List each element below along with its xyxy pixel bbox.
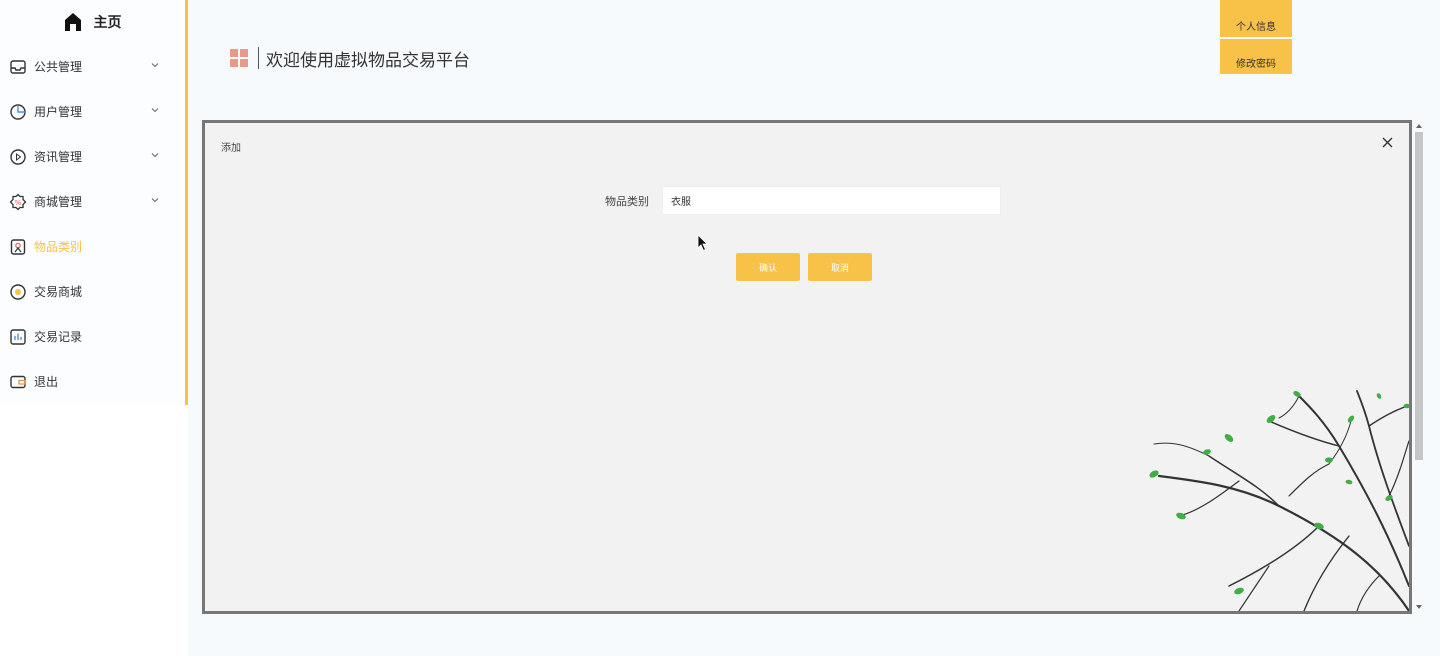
home-link[interactable]: 主页 <box>0 0 185 44</box>
coupon-icon: % <box>9 193 27 211</box>
sidebar-item-categories[interactable]: 物品类别 <box>0 224 185 269</box>
sidebar-item-label: 资讯管理 <box>34 150 83 164</box>
chevron-down-icon <box>151 198 159 203</box>
confirm-button[interactable]: 确认 <box>736 253 800 281</box>
sidebar: 主页 公共管理 用户管理 资讯管理 % 商城管理 物品类别 交易商城 交易记录 … <box>0 0 188 656</box>
profile-button[interactable]: 个人信息 <box>1220 0 1292 37</box>
sidebar-item-mall[interactable]: % 商城管理 <box>0 179 185 224</box>
sidebar-item-label: 商城管理 <box>34 195 83 209</box>
sidebar-item-public[interactable]: 公共管理 <box>0 44 185 89</box>
home-icon <box>64 13 81 31</box>
dialog-body: 添加 物品类别 确认 取消 <box>205 123 1409 611</box>
pie-chart-icon <box>9 103 27 121</box>
sidebar-item-trade-records[interactable]: 交易记录 <box>0 314 185 359</box>
sidebar-menu: 主页 公共管理 用户管理 资讯管理 % 商城管理 物品类别 交易商城 交易记录 … <box>0 0 188 405</box>
sidebar-item-users[interactable]: 用户管理 <box>0 89 185 134</box>
add-dialog: 添加 物品类别 确认 取消 <box>202 120 1412 614</box>
sidebar-item-label: 交易商城 <box>34 285 83 299</box>
star-circle-icon <box>9 283 27 301</box>
sidebar-item-logout[interactable]: 退出 <box>0 359 185 404</box>
scroll-thumb[interactable] <box>1415 132 1423 460</box>
dialog-title: 添加 <box>221 143 241 154</box>
sidebar-item-label: 用户管理 <box>34 105 83 119</box>
sidebar-item-trade-mall[interactable]: 交易商城 <box>0 269 185 314</box>
page-title-text: 欢迎使用虚拟物品交易平台 <box>266 50 470 71</box>
category-input[interactable] <box>662 186 1001 215</box>
close-button[interactable] <box>1379 134 1395 150</box>
page-title: 欢迎使用虚拟物品交易平台 <box>230 45 470 71</box>
change-password-button[interactable]: 修改密码 <box>1220 39 1292 74</box>
badge-icon <box>9 238 27 256</box>
close-icon <box>1382 137 1392 147</box>
chevron-down-icon <box>151 153 159 158</box>
sidebar-item-news[interactable]: 资讯管理 <box>0 134 185 179</box>
sidebar-item-label: 交易记录 <box>34 330 83 344</box>
chevron-down-icon <box>151 63 159 68</box>
tree-branch-decoration <box>1149 390 1409 611</box>
inbox-icon <box>9 58 27 76</box>
cancel-button[interactable]: 取消 <box>808 253 872 281</box>
sidebar-item-label: 物品类别 <box>34 240 83 254</box>
home-label: 主页 <box>93 15 122 31</box>
svg-text:%: % <box>15 199 22 207</box>
play-circle-icon <box>9 148 27 166</box>
category-field-label: 物品类别 <box>605 195 649 208</box>
chevron-down-icon <box>151 108 159 113</box>
grid-icon <box>230 49 248 67</box>
dialog-scrollbar[interactable] <box>1413 120 1425 614</box>
bar-chart-icon <box>9 328 27 346</box>
mouse-cursor-icon <box>697 234 708 252</box>
scroll-up-icon[interactable] <box>1416 123 1422 129</box>
scroll-down-icon[interactable] <box>1416 604 1422 610</box>
wallet-icon <box>9 373 27 391</box>
sidebar-item-label: 公共管理 <box>34 60 83 74</box>
title-divider <box>258 47 259 69</box>
sidebar-item-label: 退出 <box>34 375 59 389</box>
